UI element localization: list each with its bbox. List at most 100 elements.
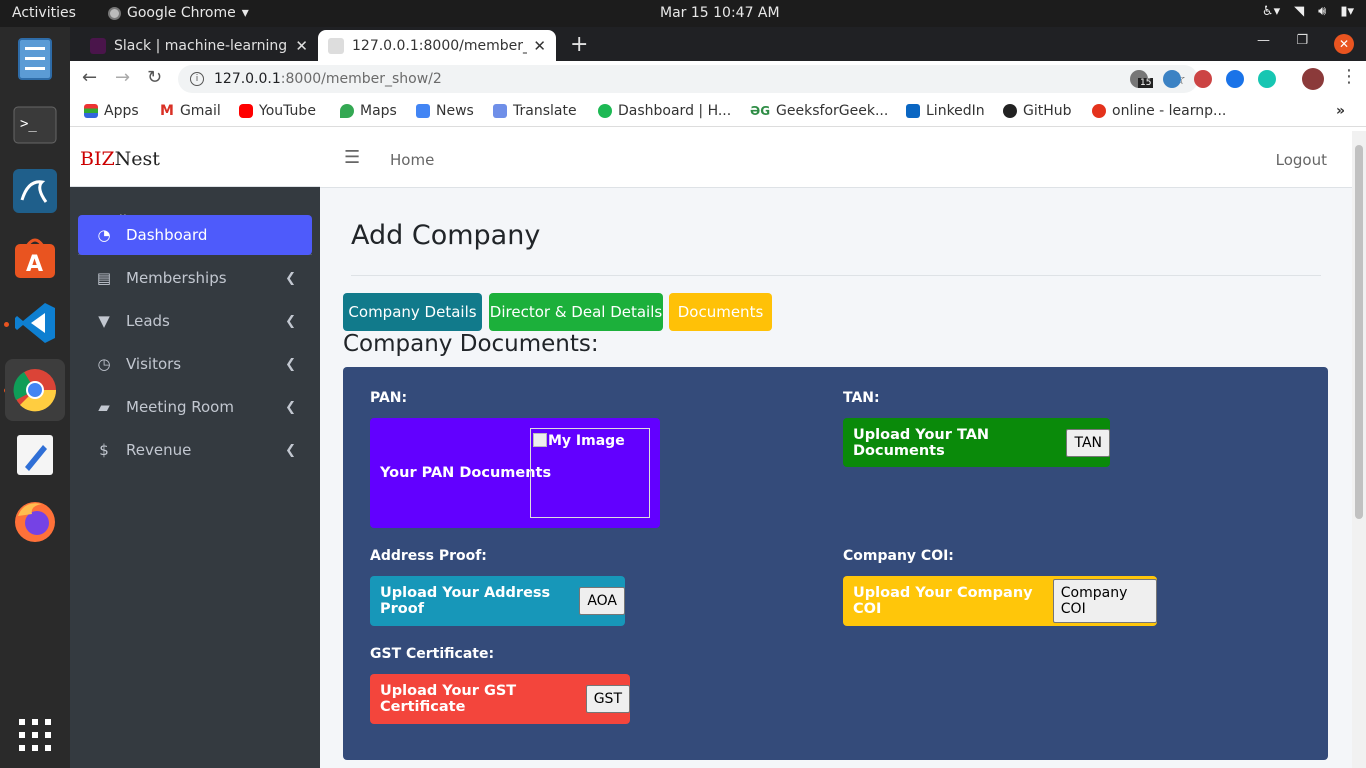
reload-icon[interactable]: ↻ — [147, 67, 162, 88]
tab-slack[interactable]: Slack | machine-learning | ✕ — [80, 30, 318, 61]
chrome-dock-icon[interactable] — [5, 359, 65, 421]
menu-kebab-icon[interactable]: ⋮ — [1340, 66, 1358, 87]
bookmark-github[interactable]: GitHub — [1003, 103, 1072, 119]
tab-documents[interactable]: Documents — [669, 293, 772, 331]
slack-icon — [90, 37, 106, 54]
site-info-icon[interactable]: i — [190, 72, 204, 86]
chevron-left-icon: ❮ — [285, 270, 296, 286]
tan-upload-text: Upload Your TAN Documents — [853, 426, 990, 459]
company-coi-upload-box[interactable]: Upload Your Company COI Company COI — [843, 576, 1157, 626]
tab-company-details[interactable]: Company Details — [343, 293, 482, 331]
logout-link[interactable]: Logout — [1276, 151, 1327, 169]
chevron-left-icon: ❮ — [285, 399, 296, 415]
gst-upload-box[interactable]: Upload Your GST Certificate GST — [370, 674, 630, 724]
bookmark-online-learn[interactable]: online - learnp... — [1092, 103, 1226, 119]
chevron-left-icon: ❮ — [285, 356, 296, 372]
chevron-left-icon: ❮ — [285, 313, 296, 329]
top-navbar: ☰ Home Logout — [320, 131, 1352, 188]
chevron-left-icon: ❮ — [285, 442, 296, 458]
close-tab-icon[interactable]: ✕ — [533, 37, 546, 55]
extension-icon[interactable] — [1163, 70, 1181, 88]
tab-strip: Slack | machine-learning | ✕ 127.0.0.1:8… — [70, 27, 1366, 61]
hackerrank-icon — [598, 104, 612, 118]
brand-logo[interactable]: BIZ Nest — [70, 131, 320, 187]
extension-icon[interactable] — [1194, 70, 1212, 88]
running-indicator — [4, 322, 9, 327]
text-editor-icon[interactable] — [11, 431, 59, 479]
tan-file-button[interactable]: TAN — [1066, 428, 1110, 457]
hamburger-menu-icon[interactable]: ☰ — [344, 147, 360, 168]
pan-label: PAN: — [370, 390, 408, 406]
pan-upload-box[interactable]: Your PAN Documents My Image — [370, 418, 660, 528]
tab-director-deal-details[interactable]: Director & Deal Details — [489, 293, 663, 331]
address-proof-upload-box[interactable]: Upload Your Address Proof AOA — [370, 576, 625, 626]
company-coi-label: Company COI: — [843, 548, 954, 564]
page-scrollbar[interactable] — [1352, 131, 1366, 768]
youtube-icon — [239, 104, 253, 118]
tan-label: TAN: — [843, 390, 880, 406]
extension-icon[interactable]: 15 — [1130, 70, 1154, 88]
software-center-icon[interactable]: A — [11, 233, 59, 281]
bookmark-youtube[interactable]: YouTube — [239, 103, 316, 119]
gfg-icon: ƏG — [750, 104, 771, 118]
scrollbar-thumb[interactable] — [1355, 145, 1363, 519]
bookmarks-bar: Apps M Gmail YouTube Maps News Translate … — [70, 97, 1366, 127]
system-tray[interactable]: ♿︎▾ ◥ 🔊︎ ▮▾ — [1262, 4, 1354, 19]
files-icon[interactable] — [11, 35, 59, 83]
book-icon: ▰ — [98, 398, 110, 416]
firefox-icon[interactable] — [11, 497, 59, 545]
sidebar-item-meeting-room[interactable]: ▰ Meeting Room ❮ — [78, 387, 312, 427]
vscode-icon[interactable] — [11, 299, 59, 347]
sidebar-item-dashboard[interactable]: ◔ Dashboard — [78, 215, 312, 255]
wifi-icon: ◥ — [1294, 4, 1305, 19]
profile-avatar[interactable] — [1302, 68, 1324, 90]
close-window-icon[interactable]: ✕ — [1334, 34, 1354, 54]
app-menu[interactable]: Google Chrome ▾ — [108, 5, 249, 21]
show-apps-icon[interactable] — [11, 711, 59, 759]
sidebar-item-leads[interactable]: ▼ Leads ❮ — [78, 301, 312, 341]
tan-upload-box[interactable]: Upload Your TAN Documents TAN — [843, 418, 1110, 467]
bookmark-gmail[interactable]: M Gmail — [160, 103, 221, 119]
bookmark-linkedin[interactable]: LinkedIn — [906, 103, 985, 119]
sidebar-item-memberships[interactable]: ▤ Memberships ❮ — [78, 258, 312, 298]
news-icon — [416, 104, 430, 118]
bookmark-news[interactable]: News — [416, 103, 474, 119]
apps-grid-icon — [84, 104, 98, 118]
brand-prefix: BIZ — [80, 147, 115, 170]
sidebar-item-revenue[interactable]: $ Revenue ❮ — [78, 430, 312, 470]
terminal-icon[interactable]: >_ — [11, 101, 59, 149]
sidebar-nav: ◔ Dashboard ▤ Memberships ❮ ▼ Leads ❮ ◷ … — [78, 215, 312, 473]
github-icon — [1003, 104, 1017, 118]
bookmark-geeksforgeeks[interactable]: ƏG GeeksforGeek... — [750, 103, 888, 119]
close-tab-icon[interactable]: ✕ — [295, 37, 308, 55]
bookmark-label: Apps — [104, 103, 139, 119]
address-proof-label: Address Proof: — [370, 548, 487, 564]
more-bookmarks-button[interactable]: » — [1336, 103, 1345, 119]
aoa-file-button[interactable]: AOA — [579, 587, 625, 615]
chrome-icon — [108, 6, 121, 20]
new-tab-button[interactable]: + — [570, 32, 588, 57]
accessibility-icon[interactable]: ♿︎▾ — [1262, 4, 1280, 19]
extension-icon[interactable] — [1226, 70, 1244, 88]
maximize-icon[interactable]: ❐ — [1296, 33, 1308, 48]
sidebar-item-label: Dashboard — [126, 226, 208, 244]
bookmark-translate[interactable]: Translate — [493, 103, 577, 119]
main-content: ☰ Home Logout Add Company Company Detail… — [320, 131, 1352, 768]
company-coi-file-button[interactable]: Company COI — [1052, 579, 1157, 623]
extension-icon[interactable] — [1258, 70, 1276, 88]
dock: >_ A — [0, 27, 70, 768]
minimize-icon[interactable]: — — [1257, 33, 1270, 48]
bookmark-dashboard[interactable]: Dashboard | H... — [598, 103, 731, 119]
nav-home-link[interactable]: Home — [390, 151, 434, 169]
bookmark-maps[interactable]: Maps — [340, 103, 397, 119]
bookmark-apps[interactable]: Apps — [84, 103, 139, 119]
tab-member-show[interactable]: 127.0.0.1:8000/member_s ✕ — [318, 30, 556, 61]
gst-file-button[interactable]: GST — [585, 685, 630, 713]
activities-button[interactable]: Activities — [12, 5, 76, 21]
address-bar[interactable]: i 127.0.0.1:8000/member_show/2 ☆ — [178, 65, 1198, 93]
clock[interactable]: Mar 15 10:47 AM — [660, 5, 780, 21]
back-icon[interactable]: ← — [82, 67, 97, 88]
sidebar-item-visitors[interactable]: ◷ Visitors ❮ — [78, 344, 312, 384]
mysql-workbench-icon[interactable] — [11, 167, 59, 215]
forward-icon[interactable]: → — [115, 67, 130, 88]
